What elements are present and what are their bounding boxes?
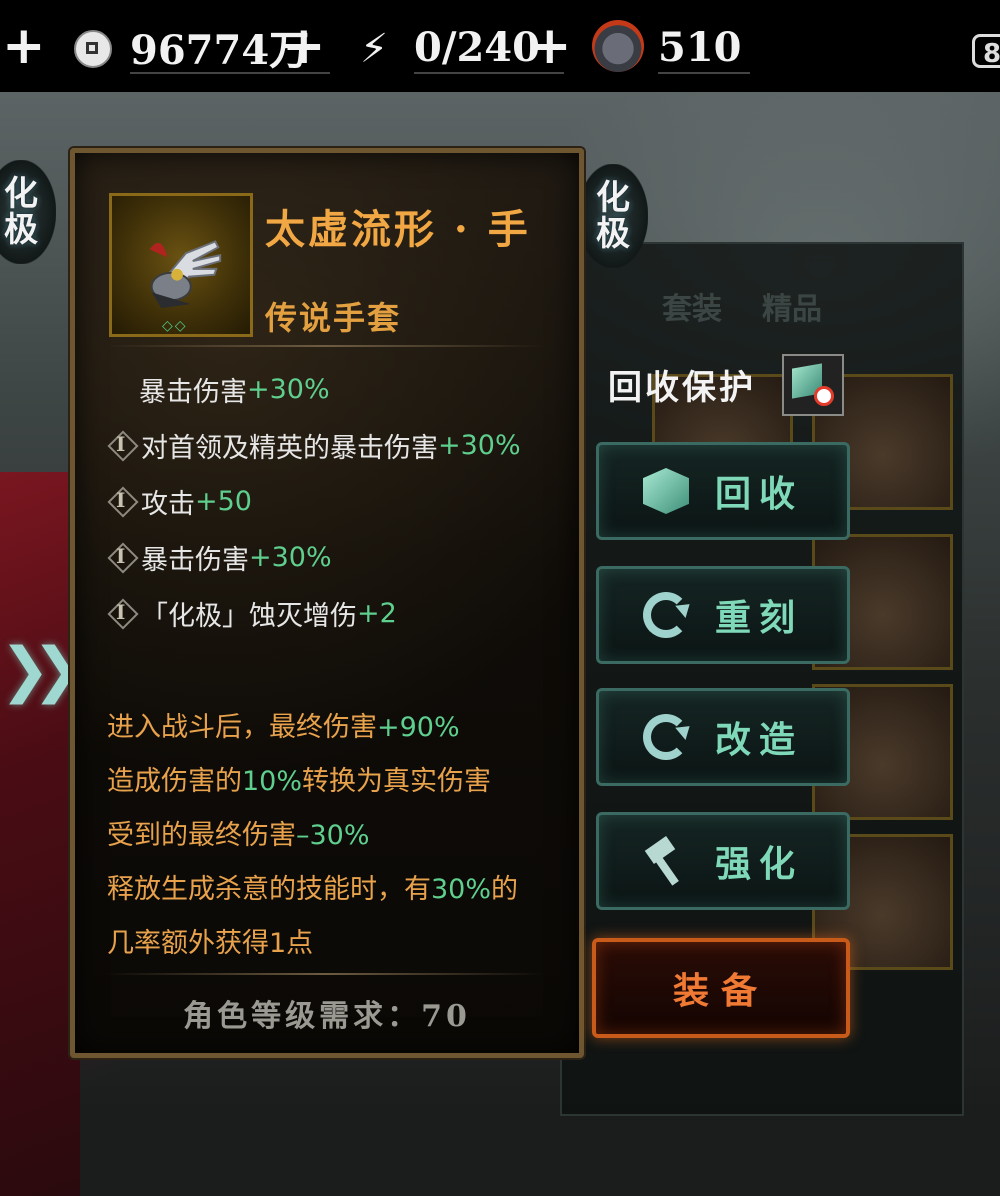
medal-icon <box>592 20 644 72</box>
item-name: 太虚流形 · 手 <box>265 206 531 253</box>
stat-line: 「化极」蚀灭增伤+2 <box>107 593 397 633</box>
equip-label: 装备 <box>672 970 769 1012</box>
stat-label: 攻击 <box>141 488 195 520</box>
effect-text: 转换为真实伤害 <box>302 766 492 797</box>
divider <box>105 973 545 975</box>
effect-value: 30% <box>431 874 492 905</box>
level-badge[interactable]: 8 <box>972 34 1000 69</box>
add-energy-button[interactable]: + <box>528 16 572 76</box>
badge-char: 极 <box>4 210 38 250</box>
hua-ji-badge-right: 化 极 <box>578 164 648 268</box>
recycle-button[interactable]: 回收 <box>596 442 850 540</box>
level-requirement: 角色等级需求：70 <box>183 999 471 1034</box>
stat-line: 暴击伤害+30% <box>139 369 330 409</box>
equip-button[interactable]: 装备 <box>592 938 850 1038</box>
effect-line: 进入战斗后，最终伤害+90% <box>107 705 460 744</box>
stat-label: 暴击伤害 <box>141 544 249 576</box>
medal-underline <box>658 72 750 74</box>
divider <box>105 345 545 347</box>
badge-char: 化 <box>596 178 630 218</box>
resource-bar: + 96774万 + ⚡ 0/240 + 510 8 <box>0 0 1000 92</box>
effect-line: 释放生成杀意的技能时，有30%的 <box>107 867 518 906</box>
enhance-label: 强化 <box>714 843 803 885</box>
energy-underline <box>414 72 564 74</box>
item-icon-frame: ◇◇ <box>109 193 253 337</box>
stat-diamond-icon <box>107 486 137 516</box>
stat-line: 攻击+50 <box>107 481 252 521</box>
item-tooltip-panel: ◇◇ 太虚流形 · 手 传说手套 暴击伤害+30% 对首领及精英的暴击伤害+30… <box>70 148 584 1058</box>
effect-value: +90% <box>377 712 460 743</box>
inventory-tab[interactable]: 套装 <box>662 284 722 328</box>
lightning-icon: ⚡ <box>360 26 389 72</box>
stat-line: 暴击伤害+30% <box>107 537 332 577</box>
recycle-label: 回收 <box>714 473 803 515</box>
effect-text: 造成伤害的 <box>107 766 242 797</box>
character-figure <box>0 472 80 1196</box>
next-arrow-icon[interactable]: ❯❯ <box>0 640 82 700</box>
stat-value: +30% <box>247 373 330 405</box>
coin-icon <box>74 30 112 68</box>
inventory-tab[interactable]: 精品 <box>762 284 822 328</box>
stat-label: 对首领及精英的暴击伤害 <box>141 432 438 464</box>
effect-text: 受到的最终伤害 <box>107 820 296 851</box>
badge-char: 极 <box>596 214 630 254</box>
effect-line: 受到的最终伤害–30% <box>107 813 370 852</box>
effect-text: 的 <box>491 874 519 905</box>
effect-text: 释放生成杀意的技能时，有 <box>107 874 431 905</box>
effect-value: 10% <box>242 766 303 797</box>
effect-line: 几率额外获得1点 <box>107 921 313 960</box>
ban-icon <box>814 386 834 406</box>
stat-value: +30% <box>249 541 332 573</box>
badge-char: 化 <box>4 174 38 214</box>
rarity-marks: ◇◇ <box>162 318 188 334</box>
reforge-button[interactable]: 重刻 <box>596 566 850 664</box>
effect-text: 几率额外获得1点 <box>107 928 314 959</box>
refresh-icon <box>642 592 689 638</box>
stat-label: 暴击伤害 <box>139 376 247 408</box>
stat-diamond-icon <box>107 542 137 572</box>
reforge-label: 重刻 <box>714 597 803 639</box>
stat-line: 对首领及精英的暴击伤害+30% <box>107 425 521 465</box>
stat-value: +2 <box>357 597 397 629</box>
refresh-icon <box>642 714 689 760</box>
medal-value: 510 <box>658 23 742 71</box>
stat-value: +30% <box>438 429 521 461</box>
effect-text: 进入战斗后，最终伤害 <box>107 712 377 743</box>
modify-label: 改造 <box>714 719 803 761</box>
add-resource-button[interactable]: + <box>2 16 46 76</box>
cube-icon <box>642 468 689 514</box>
item-type: 传说手套 <box>265 299 402 337</box>
currency-underline <box>130 72 330 74</box>
recycle-protect-toggle[interactable] <box>782 354 844 416</box>
stat-value: +50 <box>195 485 252 517</box>
effect-value: –30% <box>296 820 370 851</box>
add-currency-button[interactable]: + <box>282 16 326 76</box>
effect-line: 造成伤害的10%转换为真实伤害 <box>107 759 491 798</box>
hammer-icon <box>643 838 689 884</box>
recycle-protect-label: 回收保护 <box>608 368 756 408</box>
stat-diamond-icon <box>107 430 137 460</box>
modify-button[interactable]: 改造 <box>596 688 850 786</box>
stat-diamond-icon <box>107 598 137 628</box>
stat-label: 「化极」蚀灭增伤 <box>141 600 357 632</box>
enhance-button[interactable]: 强化 <box>596 812 850 910</box>
gauntlet-icon <box>149 240 222 309</box>
hua-ji-badge-left: 化 极 <box>0 160 56 264</box>
energy-value: 0/240 <box>414 23 540 71</box>
